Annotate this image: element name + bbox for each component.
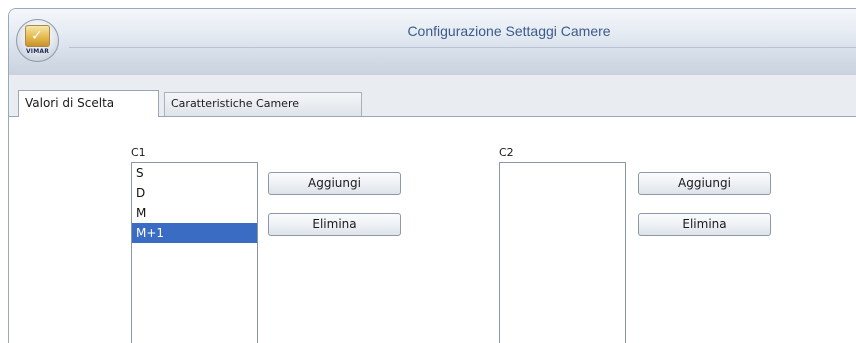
- title-separator: [69, 47, 856, 48]
- list-item[interactable]: S: [132, 163, 257, 183]
- delete-button-c2[interactable]: Elimina: [638, 213, 771, 236]
- listbox-c2[interactable]: [499, 162, 626, 343]
- column-label-c1: C1: [131, 146, 146, 159]
- tab-strip: Valori di Scelta Caratteristiche Camere: [9, 75, 856, 117]
- listbox-c1[interactable]: S D M M+1: [131, 162, 258, 343]
- vimar-logo-icon: ✓: [25, 25, 50, 47]
- window-title: Configurazione Settaggi Camere: [407, 23, 611, 39]
- app-menu-button[interactable]: ✓ VIMAR: [16, 19, 59, 62]
- checkmark-icon: ✓: [31, 28, 43, 44]
- list-item-selected[interactable]: M+1: [132, 223, 257, 243]
- app-window: ✓ VIMAR Configurazione Settaggi Camere V…: [8, 8, 856, 343]
- list-item[interactable]: D: [132, 183, 257, 203]
- logo-text: VIMAR: [25, 48, 50, 55]
- add-button-c2[interactable]: Aggiungi: [638, 172, 771, 195]
- add-button-c1[interactable]: Aggiungi: [268, 172, 401, 195]
- tab-caratteristiche-camere[interactable]: Caratteristiche Camere: [164, 92, 362, 116]
- delete-button-c1[interactable]: Elimina: [268, 213, 401, 236]
- column-label-c2: C2: [499, 146, 514, 159]
- tab-valori-di-scelta[interactable]: Valori di Scelta: [18, 90, 159, 117]
- tab-content: C1 S D M M+1 Aggiungi Elimina C2 Aggiung…: [9, 117, 856, 343]
- list-item[interactable]: M: [132, 203, 257, 223]
- title-bar: ✓ VIMAR Configurazione Settaggi Camere: [9, 9, 856, 75]
